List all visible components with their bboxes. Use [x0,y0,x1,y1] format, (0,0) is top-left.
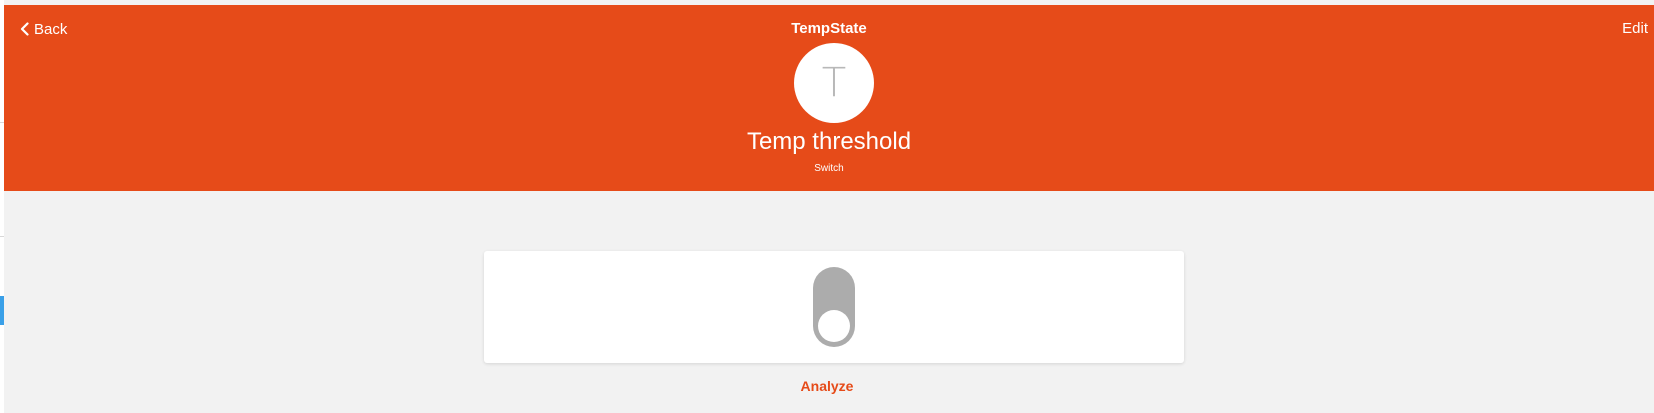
page-title: TempState [791,20,867,37]
device-header: Back TempState Edit T Temp threshold Swi… [4,5,1654,191]
device-name: Temp threshold [746,128,912,155]
analyze-link[interactable]: Analyze [801,378,854,394]
switch-toggle[interactable] [813,267,855,347]
sidebar-divider [0,236,4,237]
device-avatar: T [794,43,874,123]
switch-control-card [484,251,1184,363]
avatar-letter: T [821,60,847,106]
switch-toggle-knob [818,310,850,342]
sidebar-selection-indicator[interactable] [0,296,4,325]
device-type: Switch [814,163,844,174]
page: Back TempState Edit T Temp threshold Swi… [0,0,1654,413]
analyze-link-container: Analyze [0,378,1654,394]
edit-button[interactable]: Edit [1622,15,1648,43]
